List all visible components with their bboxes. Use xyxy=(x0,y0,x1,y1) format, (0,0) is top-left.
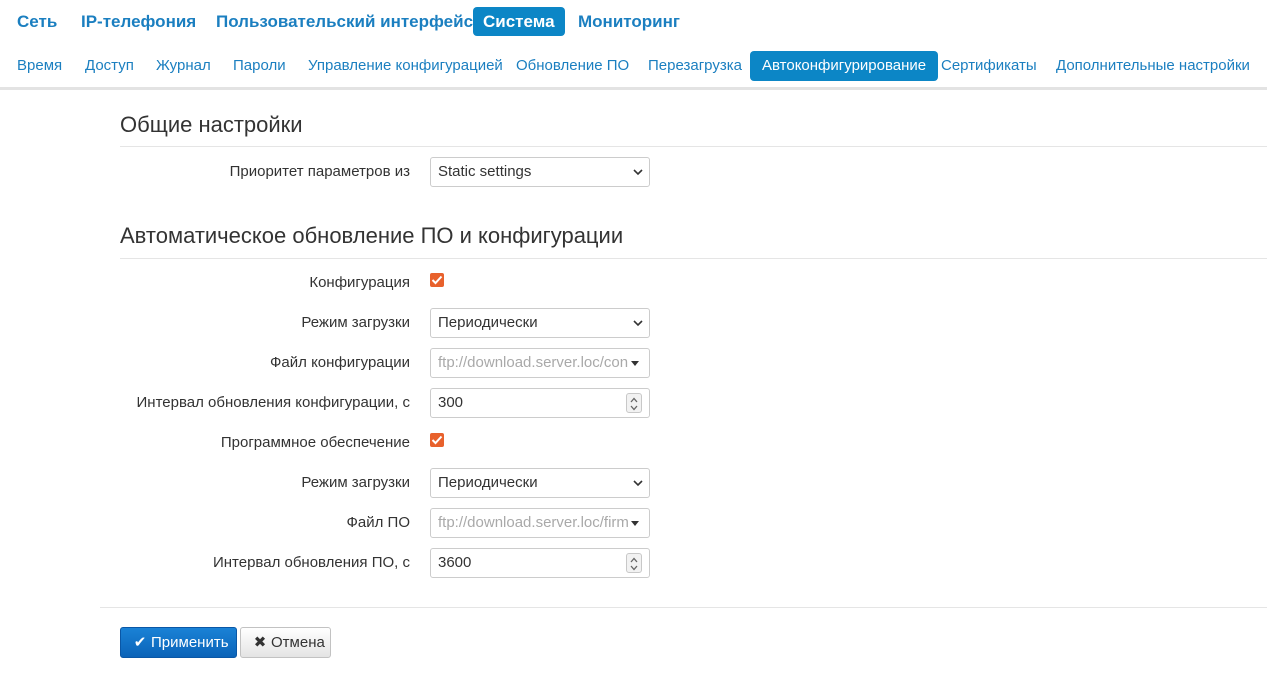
number-spinner[interactable] xyxy=(626,393,642,413)
chevron-down-icon xyxy=(633,320,643,327)
tab-certificates[interactable]: Сертификаты xyxy=(929,51,1049,81)
config-mode-select[interactable]: Периодически xyxy=(430,308,650,338)
config-interval-label: Интервал обновления конфигурации, с xyxy=(136,394,411,411)
config-file-label: Файл конфигурации xyxy=(270,354,410,371)
nav-system[interactable]: Система xyxy=(473,7,565,36)
number-spinner[interactable] xyxy=(626,553,642,573)
tab-reboot[interactable]: Перезагрузка xyxy=(636,51,754,81)
nav-ip-telephony[interactable]: IP-телефония xyxy=(71,7,206,36)
general-settings-title: Общие настройки xyxy=(120,112,303,137)
firmware-checkbox[interactable] xyxy=(430,433,444,447)
firmware-mode-select[interactable]: Периодически xyxy=(430,468,650,498)
spin-down-icon[interactable] xyxy=(630,405,638,411)
config-interval-input[interactable]: 300 xyxy=(430,388,650,418)
apply-button-label: Применить xyxy=(151,634,229,651)
config-mode-value: Периодически xyxy=(438,314,538,331)
nav-user-interface[interactable]: Пользовательский интерфейс xyxy=(206,7,483,36)
tab-access[interactable]: Доступ xyxy=(73,51,146,81)
section-divider xyxy=(120,258,1267,259)
firmware-interval-value: 3600 xyxy=(438,554,472,571)
tab-time[interactable]: Время xyxy=(5,51,74,81)
tab-autoconfiguration[interactable]: Автоконфигурирование xyxy=(750,51,939,81)
close-icon: ✖ xyxy=(253,634,267,651)
cancel-button[interactable]: ✖ Отмена xyxy=(240,627,331,658)
auto-update-title: Автоматическое обновление ПО и конфигура… xyxy=(120,223,624,248)
chevron-down-icon xyxy=(633,169,643,176)
tab-additional-settings[interactable]: Дополнительные настройки xyxy=(1044,51,1262,81)
checkmark-icon xyxy=(431,275,443,285)
checkmark-icon xyxy=(431,435,443,445)
spin-up-icon[interactable] xyxy=(630,557,638,563)
section-divider xyxy=(120,146,1267,147)
config-interval-value: 300 xyxy=(438,394,464,411)
tab-log[interactable]: Журнал xyxy=(144,51,223,81)
firmware-mode-label: Режим загрузки xyxy=(301,474,410,491)
priority-select[interactable]: Static settings xyxy=(430,157,650,187)
main-nav: Сеть IP-телефония Пользовательский интер… xyxy=(0,0,1267,44)
cancel-button-label: Отмена xyxy=(271,634,325,651)
nav-network[interactable]: Сеть xyxy=(7,7,67,36)
config-file-placeholder: ftp://download.server.loc/config xyxy=(438,354,628,371)
caret-down-icon[interactable] xyxy=(631,521,639,526)
spin-up-icon[interactable] xyxy=(630,397,638,403)
spin-down-icon[interactable] xyxy=(630,565,638,571)
apply-button[interactable]: ✔ Применить xyxy=(120,627,237,658)
priority-select-value: Static settings xyxy=(438,163,532,180)
config-checkbox-label: Конфигурация xyxy=(309,274,410,291)
config-mode-label: Режим загрузки xyxy=(301,314,410,331)
firmware-mode-value: Периодически xyxy=(438,474,538,491)
firmware-interval-input[interactable]: 3600 xyxy=(430,548,650,578)
sub-nav: Время Доступ Журнал Пароли Управление ко… xyxy=(0,44,1267,90)
caret-down-icon[interactable] xyxy=(631,361,639,366)
firmware-interval-label: Интервал обновления ПО, с xyxy=(212,554,410,571)
firmware-file-combobox[interactable]: ftp://download.server.loc/firmware xyxy=(430,508,650,538)
tab-firmware-update[interactable]: Обновление ПО xyxy=(504,51,641,81)
firmware-file-placeholder: ftp://download.server.loc/firmware xyxy=(438,514,628,531)
nav-monitoring[interactable]: Мониторинг xyxy=(568,7,690,36)
firmware-checkbox-label: Программное обеспечение xyxy=(220,434,410,451)
tab-passwords[interactable]: Пароли xyxy=(221,51,298,81)
check-icon: ✔ xyxy=(133,634,147,651)
chevron-down-icon xyxy=(633,480,643,487)
config-file-combobox[interactable]: ftp://download.server.loc/config xyxy=(430,348,650,378)
footer-divider xyxy=(100,607,1267,608)
firmware-file-label: Файл ПО xyxy=(346,514,411,531)
priority-label: Приоритет параметров из xyxy=(229,163,410,180)
config-checkbox[interactable] xyxy=(430,273,444,287)
tab-config-management[interactable]: Управление конфигурацией xyxy=(296,51,515,81)
